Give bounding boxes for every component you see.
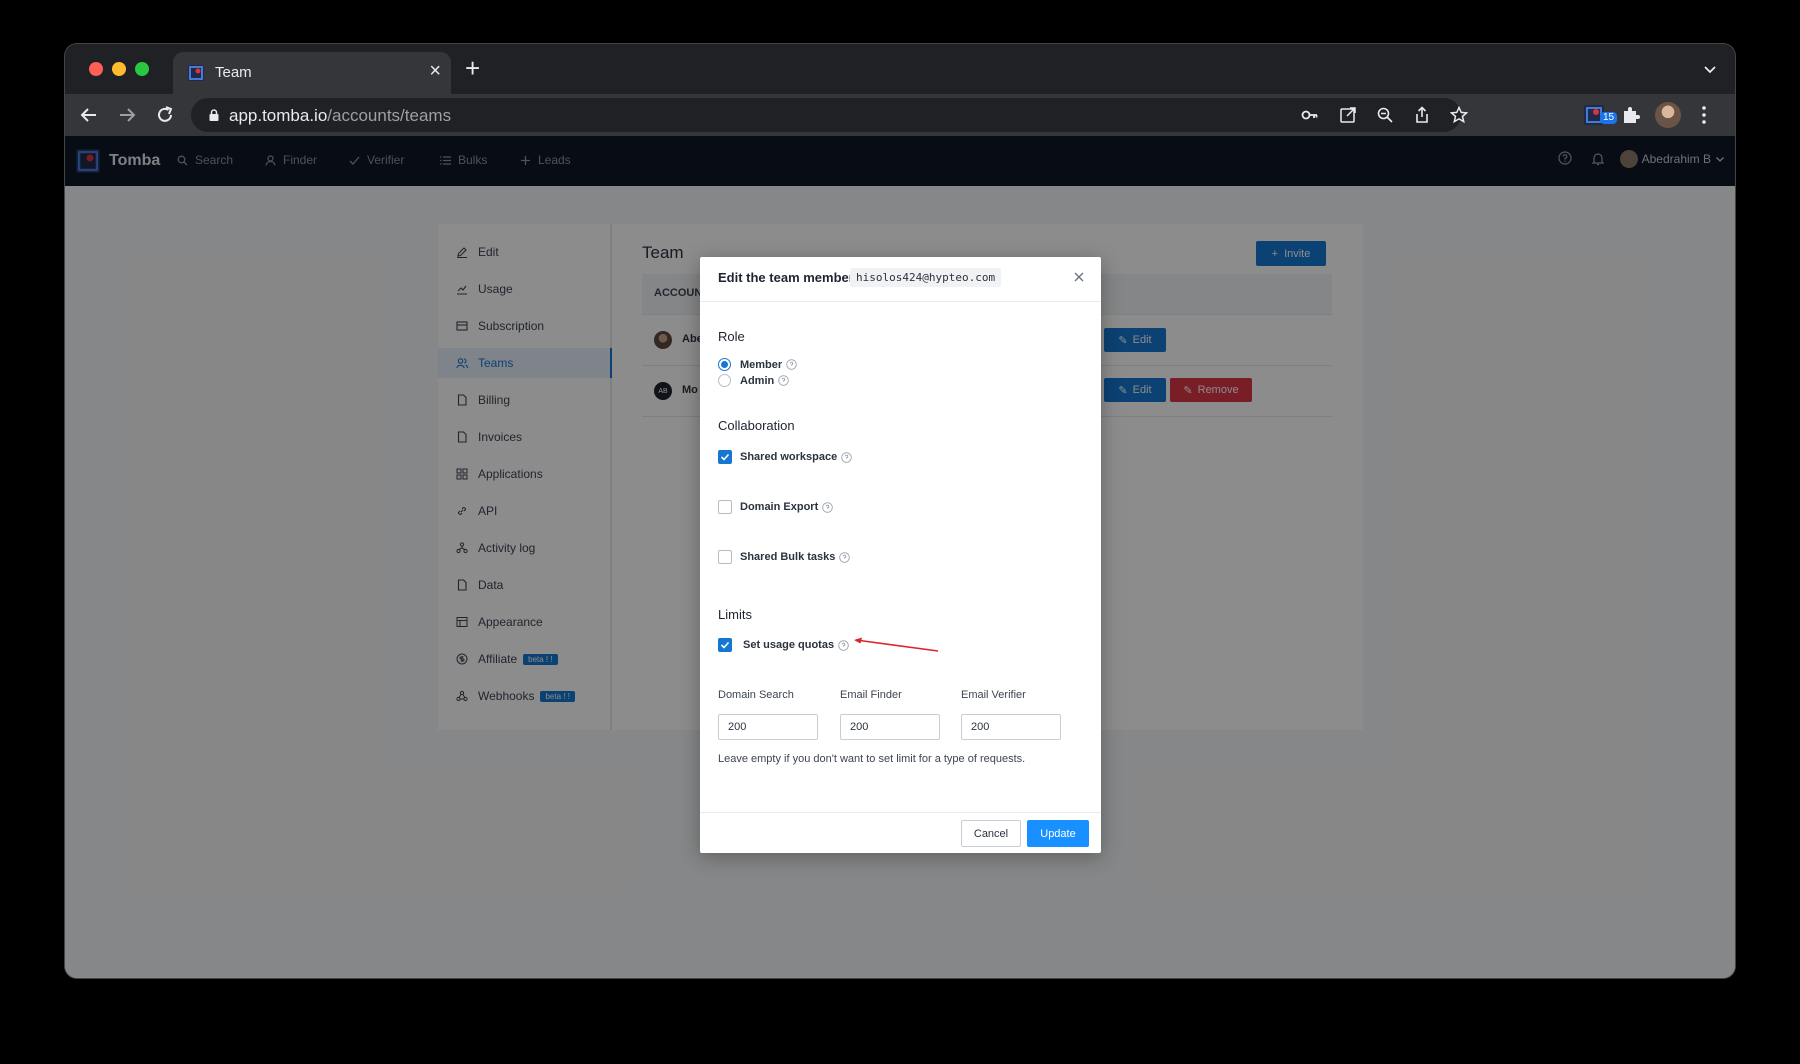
role-admin-radio[interactable]: Admin [718, 374, 789, 387]
role-title: Role [718, 329, 745, 344]
lock-icon [209, 109, 219, 121]
email-finder-label: Email Finder [840, 689, 902, 701]
set-usage-quotas-checkbox[interactable]: Set usage quotas [718, 638, 849, 652]
email-verifier-input[interactable] [961, 714, 1061, 740]
checkbox[interactable] [718, 450, 732, 464]
url-host: app.tomba.io [229, 106, 328, 125]
edit-member-modal: Edit the team member hisolos424@hypteo.c… [700, 257, 1101, 853]
extension-badge: 15 [1600, 112, 1618, 124]
minimize-window-button[interactable] [112, 62, 126, 76]
cancel-button[interactable]: Cancel [961, 820, 1021, 847]
annotation-arrow-icon [854, 637, 939, 652]
quota-hint: Leave empty if you don't want to set lim… [718, 753, 1026, 765]
question-icon [786, 359, 797, 370]
open-external-icon[interactable] [1339, 106, 1357, 124]
domain-export-checkbox[interactable]: Domain Export [718, 500, 833, 514]
browser-toolbar: app.tomba.io/accounts/teams [65, 94, 1735, 136]
address-bar[interactable]: app.tomba.io/accounts/teams [191, 98, 1468, 132]
modal-footer: Cancel Update [700, 812, 1101, 853]
checkbox[interactable] [718, 500, 732, 514]
tab-search-chevron-icon[interactable] [1703, 62, 1717, 76]
maximize-window-button[interactable] [135, 62, 149, 76]
browser-tab[interactable]: Team × [173, 52, 451, 94]
close-window-button[interactable] [89, 62, 103, 76]
update-button[interactable]: Update [1027, 820, 1089, 847]
domain-search-input[interactable] [718, 714, 818, 740]
limits-title: Limits [718, 607, 752, 622]
profile-avatar[interactable] [1655, 102, 1681, 128]
tab-strip: Team × + [65, 44, 1735, 94]
url-text: app.tomba.io/accounts/teams [229, 106, 451, 126]
key-icon[interactable] [1301, 106, 1319, 124]
shared-workspace-checkbox[interactable]: Shared workspace [718, 450, 852, 464]
email-verifier-label: Email Verifier [961, 689, 1026, 701]
collaboration-title: Collaboration [718, 418, 795, 433]
checkbox-label: Set usage quotas [743, 639, 835, 651]
close-icon[interactable] [1071, 269, 1087, 285]
domain-search-label: Domain Search [718, 689, 794, 701]
checkbox-label: Shared Bulk tasks [740, 551, 836, 563]
tomba-favicon-icon [188, 65, 204, 81]
share-icon[interactable] [1413, 106, 1431, 124]
extensions-puzzle-icon[interactable] [1620, 104, 1642, 126]
checkbox[interactable] [718, 638, 732, 652]
tab-title: Team [215, 64, 252, 81]
question-icon [822, 501, 833, 513]
email-finder-input[interactable] [840, 714, 940, 740]
forward-icon[interactable] [115, 103, 139, 127]
question-icon [841, 451, 852, 463]
checkbox-label: Shared workspace [740, 451, 838, 463]
role-member-radio[interactable]: Member [718, 358, 797, 371]
bookmark-star-icon[interactable] [1450, 106, 1468, 124]
question-icon [838, 639, 849, 651]
modal-title: Edit the team member [718, 270, 854, 285]
reload-icon[interactable] [153, 103, 177, 127]
radio-button[interactable] [718, 374, 731, 387]
question-icon [778, 375, 789, 386]
radio-label: Admin [740, 374, 775, 387]
app-viewport: Tomba Search Finder Verifier Bulks Leads [65, 136, 1735, 978]
new-tab-button[interactable]: + [465, 55, 480, 81]
browser-window: Team × + app.tomba.io/accounts/teams 15 … [65, 44, 1735, 978]
zoom-out-icon[interactable] [1376, 106, 1394, 124]
checkbox[interactable] [718, 550, 732, 564]
radio-button[interactable] [718, 358, 731, 371]
shared-bulk-tasks-checkbox[interactable]: Shared Bulk tasks [718, 550, 851, 564]
modal-header: Edit the team member hisolos424@hypteo.c… [700, 257, 1101, 302]
url-path: /accounts/teams [327, 106, 452, 125]
chrome-menu-icon[interactable] [1693, 104, 1715, 126]
radio-label: Member [740, 358, 783, 371]
checkbox-label: Domain Export [740, 501, 819, 513]
member-email: hisolos424@hypteo.com [850, 268, 1002, 287]
back-icon[interactable] [77, 103, 101, 127]
tab-close-icon[interactable]: × [429, 61, 441, 81]
question-icon [839, 551, 851, 563]
